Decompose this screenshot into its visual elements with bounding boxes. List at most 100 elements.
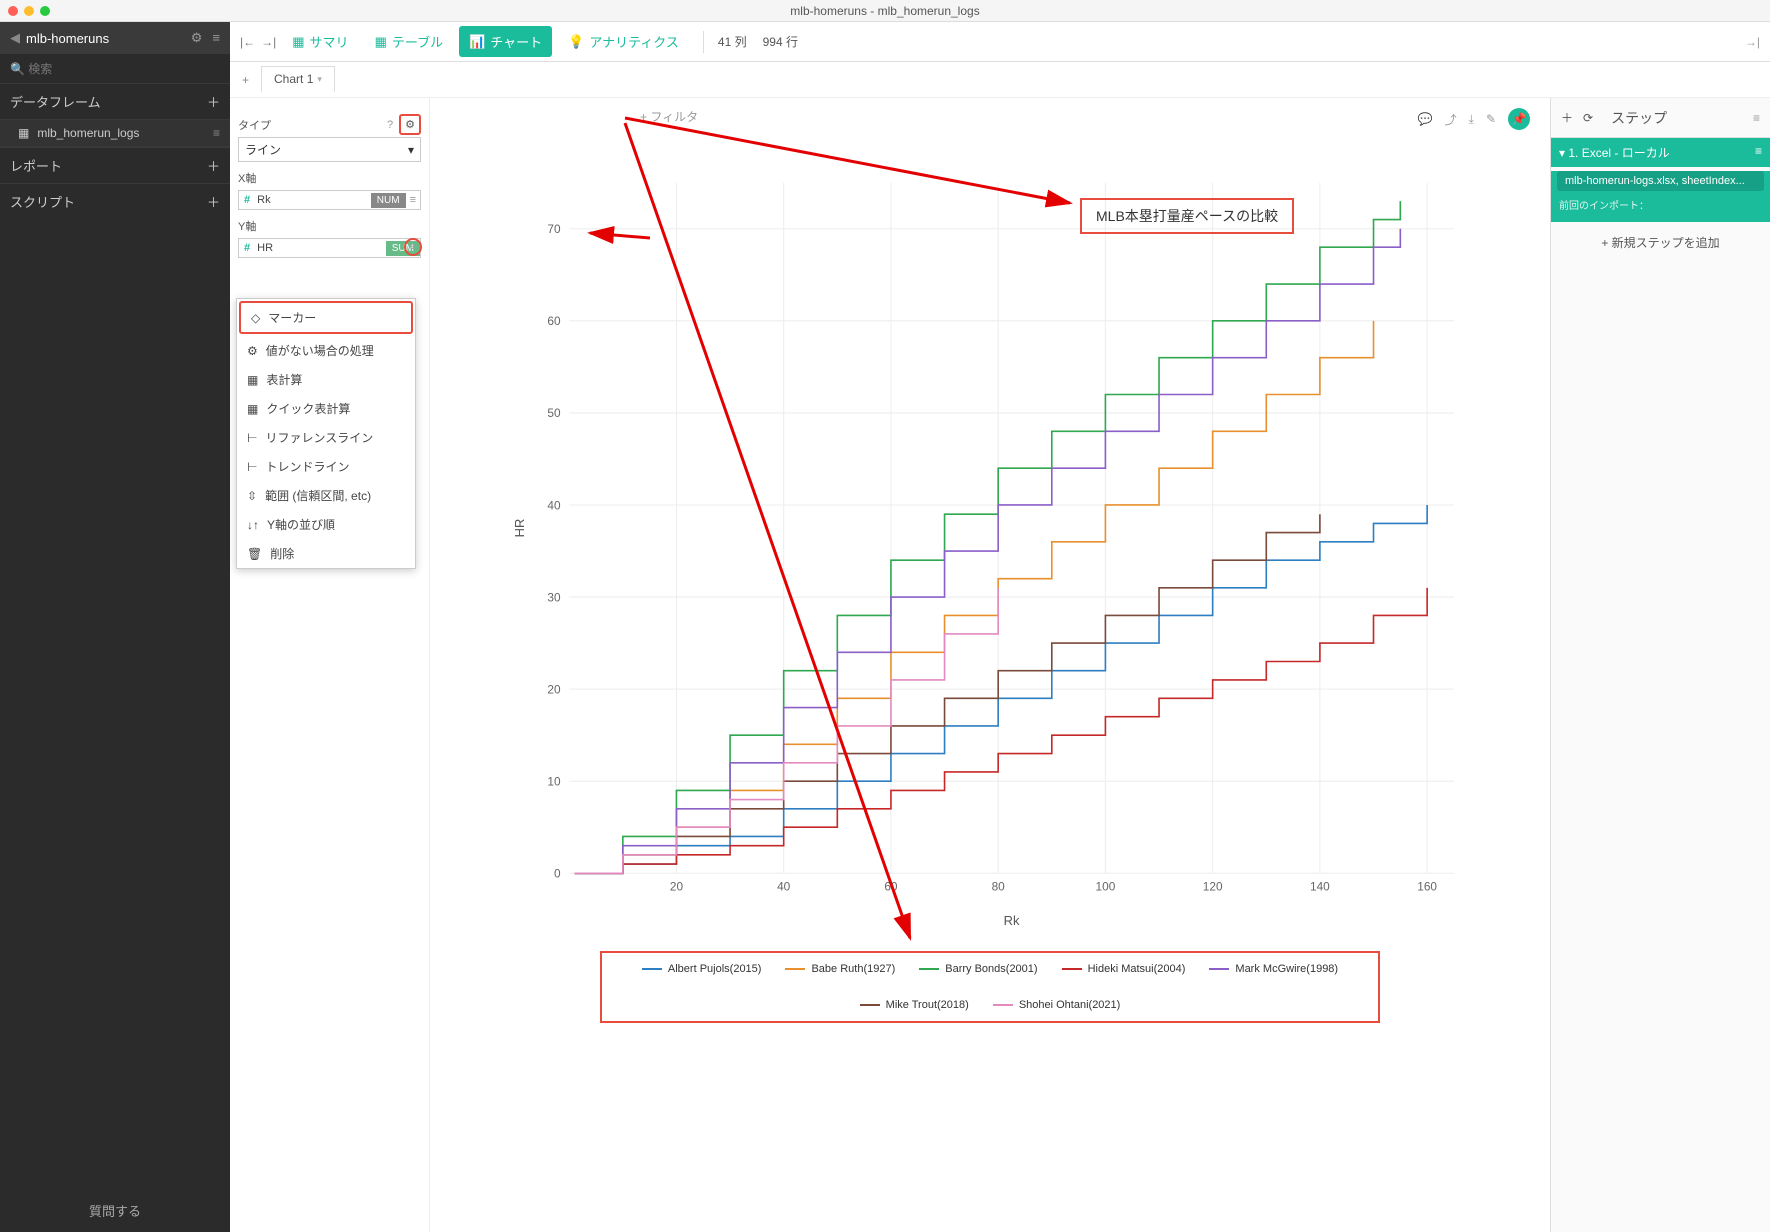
legend-swatch [1209, 968, 1229, 970]
dropdown-item-range[interactable]: ⇳範囲 (信頼区間, etc) [237, 481, 415, 510]
legend-swatch [860, 1004, 880, 1006]
legend-item[interactable]: Shohei Ohtani(2021) [993, 999, 1121, 1011]
download-icon[interactable]: ⤓ [1469, 112, 1474, 127]
svg-text:40: 40 [777, 880, 791, 894]
add-icon[interactable]: ＋ [207, 192, 220, 211]
dropdown-item-marker[interactable]: ◇マーカー [239, 301, 413, 334]
menu-icon[interactable]: ≡ [1755, 144, 1762, 158]
chevron-down-icon[interactable]: ▾ [317, 74, 322, 85]
chart-type-select[interactable]: ライン ▾ [238, 137, 421, 162]
add-filter-button[interactable]: + フィルタ [640, 108, 698, 125]
legend-label: Hideki Matsui(2004) [1088, 963, 1186, 975]
dropdown-item-missing[interactable]: ⚙値がない場合の処理 [237, 336, 415, 365]
sort-icon: ↓↑ [247, 518, 259, 532]
refresh-icon[interactable]: ⟳ [1583, 111, 1593, 125]
menu-icon[interactable]: ≡ [213, 126, 220, 140]
yaxis-field[interactable]: # HR SUM ≡ [238, 238, 421, 258]
edit-icon[interactable]: ✎ [1486, 112, 1496, 126]
forward-icon[interactable]: →| [261, 35, 276, 49]
legend-label: Albert Pujols(2015) [668, 963, 762, 975]
tab-label: チャート [490, 32, 542, 51]
dropdown-item-delete[interactable]: 🗑 削除 [237, 539, 415, 568]
gear-icon[interactable]: ⚙ [191, 30, 203, 46]
svg-text:50: 50 [547, 406, 561, 420]
svg-text:120: 120 [1203, 880, 1223, 894]
upload-icon[interactable]: ⤴ [1445, 111, 1457, 128]
menu-icon[interactable]: ≡ [406, 194, 420, 206]
dd-label: トレンドライン [265, 458, 349, 475]
collapse-icon[interactable]: →| [1745, 35, 1760, 49]
dropdown-item-sort[interactable]: ↓↑Y軸の並び順 [237, 510, 415, 539]
section-dataframes[interactable]: データフレーム ＋ [0, 83, 230, 119]
steps-title: ステップ [1611, 108, 1667, 128]
dropdown-item-quickcalc[interactable]: ▦クイック表計算 [237, 394, 415, 423]
field-value: Rk [255, 191, 371, 209]
column-count: 41 列 [718, 33, 747, 50]
svg-text:60: 60 [884, 880, 898, 894]
sidebar-item-label: mlb_homerun_logs [37, 126, 139, 140]
search-placeholder: 検索 [28, 62, 52, 76]
dropdown-item-tablecalc[interactable]: ▦表計算 [237, 365, 415, 394]
menu-icon[interactable]: ≡ [212, 30, 220, 46]
search-input[interactable]: 🔍 検索 [0, 54, 230, 83]
numeric-icon: # [239, 239, 255, 257]
legend-item[interactable]: Babe Ruth(1927) [785, 963, 895, 975]
pin-button[interactable]: 📌 [1508, 108, 1530, 130]
chart-settings-button[interactable]: ⚙ [399, 114, 421, 135]
svg-text:10: 10 [547, 775, 561, 789]
project-title-bar: ◀ mlb-homeruns ⚙ ≡ [0, 22, 230, 54]
back-icon[interactable]: |← [240, 35, 255, 49]
step-1[interactable]: ▾ 1. Excel - ローカル ≡ [1551, 138, 1770, 167]
field-value: HR [255, 239, 386, 257]
numeric-icon: # [239, 191, 255, 209]
dd-label: マーカー [268, 309, 316, 326]
svg-text:Rk: Rk [1004, 913, 1020, 928]
section-reports[interactable]: レポート ＋ [0, 147, 230, 183]
chart-tab-1[interactable]: Chart 1 ▾ [261, 66, 335, 93]
tab-analytics[interactable]: 💡アナリティクス [558, 26, 689, 57]
select-value: ライン [245, 141, 281, 158]
chevron-left-icon[interactable]: ◀ [10, 30, 20, 46]
dd-label: 削除 [270, 545, 294, 562]
legend-item[interactable]: Hideki Matsui(2004) [1062, 963, 1186, 975]
sidebar-item-dataframe[interactable]: ▦ mlb_homerun_logs ≡ [0, 119, 230, 147]
tab-chart[interactable]: 📊チャート [459, 26, 552, 57]
dropdown-item-trendline[interactable]: ⊢ トレンドライン [237, 452, 415, 481]
tab-summary[interactable]: ▦サマリ [282, 26, 358, 57]
main-toolbar: |← →| ▦サマリ ▦テーブル 📊チャート 💡アナリティクス 41 列 994… [230, 22, 1770, 62]
chart-tabs: + Chart 1 ▾ [230, 62, 1770, 98]
yaxis-menu-button[interactable]: ≡ [404, 238, 422, 256]
field-agg: NUM [371, 193, 406, 208]
dd-label: 表計算 [266, 371, 302, 388]
legend-item[interactable]: Albert Pujols(2015) [642, 963, 762, 975]
section-scripts[interactable]: スクリプト ＋ [0, 183, 230, 219]
tab-table[interactable]: ▦テーブル [365, 26, 454, 57]
add-icon[interactable]: ＋ [207, 92, 220, 111]
comment-icon[interactable]: 💬 [1418, 112, 1433, 126]
dropdown-item-refline[interactable]: ⊢リファレンスライン [237, 423, 415, 452]
xaxis-field[interactable]: # Rk NUM ≡ [238, 190, 421, 210]
add-step-icon[interactable]: ＋ [1561, 109, 1573, 126]
add-icon[interactable]: ＋ [207, 156, 220, 175]
legend-item[interactable]: Mike Trout(2018) [860, 999, 969, 1011]
gear-icon: ⚙ [247, 344, 258, 358]
range-icon: ⇳ [247, 489, 257, 503]
ask-question-link[interactable]: 質問する [0, 1189, 230, 1232]
trash-icon: 🗑 [247, 547, 262, 561]
svg-text:HR: HR [512, 519, 527, 538]
line-icon: ⊢ [247, 431, 257, 445]
step-file[interactable]: mlb-homerun-logs.xlsx, sheetIndex... [1557, 171, 1764, 191]
legend-item[interactable]: Barry Bonds(2001) [919, 963, 1037, 975]
svg-text:80: 80 [992, 880, 1006, 894]
line-icon: ⊢ [247, 460, 257, 474]
help-icon[interactable]: ? [387, 119, 393, 131]
add-new-step[interactable]: + 新規ステップを追加 [1551, 222, 1770, 263]
add-chart-tab[interactable]: + [236, 73, 255, 87]
svg-text:30: 30 [547, 590, 561, 604]
svg-text:20: 20 [670, 880, 684, 894]
line-chart: 20406080100120140160010203040506070RkHR [450, 118, 1530, 938]
chart-area: + フィルタ 💬 ⤴ ⤓ ✎ 📌 MLB本塁打量産ペースの比較 20406080… [430, 98, 1550, 1232]
menu-icon[interactable]: ≡ [1753, 111, 1760, 125]
tab-label: アナリティクス [589, 32, 679, 51]
legend-item[interactable]: Mark McGwire(1998) [1209, 963, 1338, 975]
